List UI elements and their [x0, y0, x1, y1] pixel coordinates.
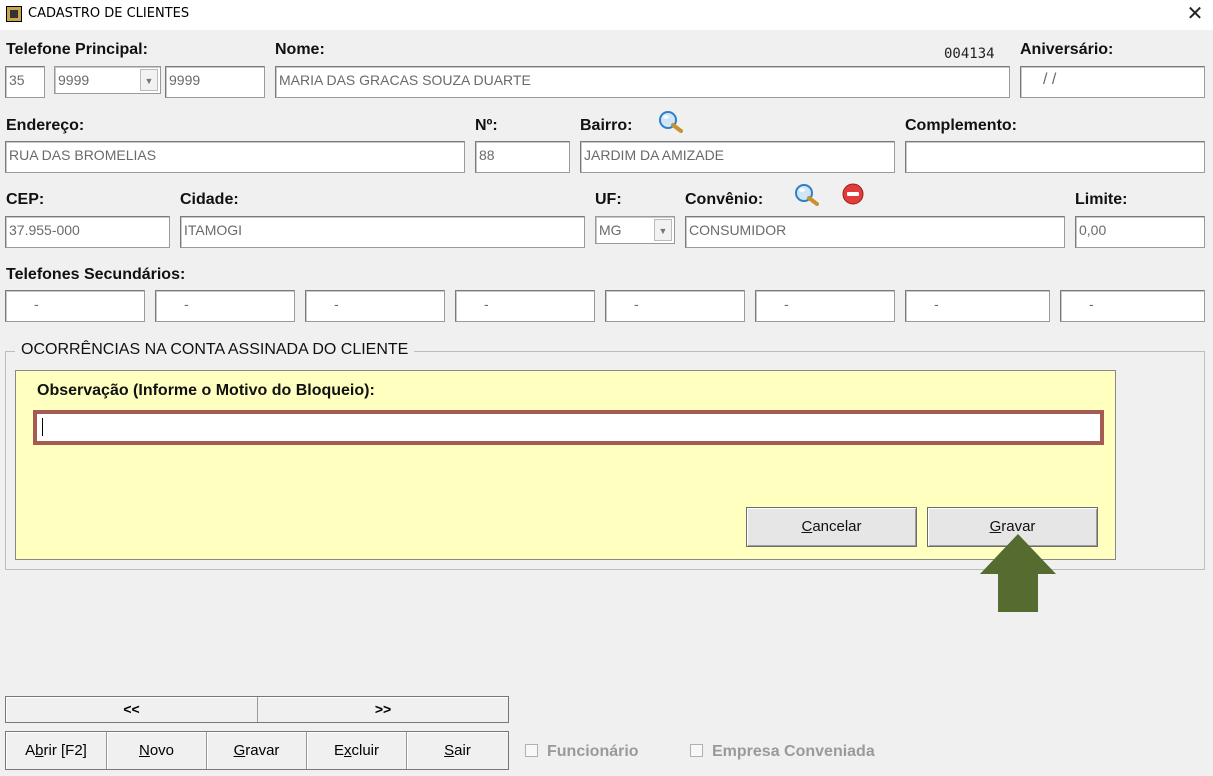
uf-value: MG: [599, 222, 622, 238]
label-nome: Nome:: [275, 41, 325, 58]
abrir-label: rir [F2]: [43, 742, 87, 759]
suffix-field[interactable]: 9999: [165, 66, 265, 98]
cep-field[interactable]: 37.955-000: [5, 216, 170, 248]
label-telefone-principal: Telefone Principal:: [6, 41, 148, 58]
save-label: ravar: [1001, 518, 1036, 535]
chevron-down-icon[interactable]: ▼: [140, 69, 158, 91]
abrir-pre: A: [25, 742, 36, 759]
secondary-phone-4[interactable]: -: [455, 290, 595, 322]
gravar-button[interactable]: Gravar: [207, 732, 307, 769]
numero-field[interactable]: 88: [475, 141, 570, 173]
complemento-field[interactable]: [905, 141, 1205, 173]
excluir-button[interactable]: Excluir: [307, 732, 407, 769]
ocorrencias-title: OCORRÊNCIAS NA CONTA ASSINADA DO CLIENTE: [15, 341, 415, 359]
bairro-search-icon[interactable]: [656, 109, 684, 133]
sair-mnemonic: S: [444, 742, 455, 759]
observation-label: Observação (Informe o Motivo do Bloqueio…: [37, 382, 375, 399]
endereco-field[interactable]: RUA DAS BROMELIAS: [5, 141, 465, 173]
record-navigation: << >>: [5, 696, 509, 723]
close-icon[interactable]: ✕: [1184, 2, 1206, 26]
cancel-label: ancelar: [812, 518, 862, 535]
funcionario-label: Funcionário: [547, 743, 639, 760]
next-record-button[interactable]: >>: [258, 697, 508, 722]
main-toolbar: Abrir [F2] Novo Gravar Excluir Sair: [5, 731, 509, 770]
app-icon: [6, 6, 22, 22]
observation-input[interactable]: [33, 410, 1104, 445]
empresa-label: Empresa Conveniada: [712, 743, 875, 760]
secondary-phone-2[interactable]: -: [155, 290, 295, 322]
label-bairro: Bairro:: [580, 117, 633, 134]
secondary-phone-1[interactable]: -: [5, 290, 145, 322]
ddd-field[interactable]: 35: [5, 66, 45, 98]
secondary-phone-5[interactable]: -: [605, 290, 745, 322]
excluir-mnemonic: x: [344, 742, 352, 759]
label-convenio: Convênio:: [685, 191, 764, 208]
secondary-phone-6[interactable]: -: [755, 290, 895, 322]
prefix-value: 9999: [58, 72, 90, 88]
secondary-phone-3[interactable]: -: [305, 290, 445, 322]
abrir-mnemonic: b: [35, 742, 44, 759]
abrir-button[interactable]: Abrir [F2]: [6, 732, 107, 769]
gravar-label: ravar: [245, 742, 280, 759]
chevron-down-icon[interactable]: ▼: [654, 219, 672, 241]
aniversario-field[interactable]: / /: [1020, 66, 1205, 98]
sair-label: air: [454, 742, 471, 759]
label-numero: Nº:: [475, 117, 498, 134]
save-mnemonic: G: [989, 518, 1002, 535]
convenio-search-icon[interactable]: [792, 182, 820, 206]
prefix-combo[interactable]: 9999 ▼: [54, 66, 161, 94]
nome-field[interactable]: MARIA DAS GRACAS SOUZA DUARTE: [275, 66, 1010, 98]
label-complemento: Complemento:: [905, 117, 1017, 134]
excluir-pre: E: [333, 742, 344, 759]
text-caret: [42, 418, 43, 436]
record-number: 004134: [944, 46, 995, 62]
cancel-button[interactable]: Cancelar: [746, 507, 917, 547]
prev-record-button[interactable]: <<: [6, 697, 258, 722]
label-uf: UF:: [595, 191, 622, 208]
checkbox-box: [525, 744, 538, 757]
cancel-mnemonic: C: [801, 518, 813, 535]
limite-field[interactable]: 0,00: [1075, 216, 1205, 248]
cidade-field[interactable]: ITAMOGI: [180, 216, 585, 248]
bairro-field[interactable]: JARDIM DA AMIZADE: [580, 141, 895, 173]
checkbox-box: [690, 744, 703, 757]
gravar-mnemonic: G: [233, 742, 246, 759]
label-endereco: Endereço:: [6, 117, 85, 134]
remove-icon[interactable]: [839, 182, 867, 206]
empresa-checkbox[interactable]: Empresa Conveniada: [690, 743, 875, 761]
uf-combo[interactable]: MG ▼: [595, 216, 675, 244]
label-cidade: Cidade:: [180, 191, 239, 208]
window-title: CADASTRO DE CLIENTES: [28, 6, 190, 21]
excluir-label: cluir: [351, 742, 380, 759]
label-telefones-secundarios: Telefones Secundários:: [6, 266, 186, 283]
secondary-phone-8[interactable]: -: [1060, 290, 1205, 322]
sair-button[interactable]: Sair: [407, 732, 508, 769]
arrow-up-icon: [980, 534, 1056, 612]
novo-mnemonic: N: [138, 742, 150, 759]
funcionario-checkbox[interactable]: Funcionário: [525, 743, 639, 761]
label-aniversario: Aniversário:: [1020, 41, 1114, 58]
label-cep: CEP:: [6, 191, 45, 208]
label-limite: Limite:: [1075, 191, 1128, 208]
secondary-phone-7[interactable]: -: [905, 290, 1050, 322]
convenio-field[interactable]: CONSUMIDOR: [685, 216, 1065, 248]
novo-button[interactable]: Novo: [107, 732, 207, 769]
novo-label: ovo: [149, 742, 175, 759]
